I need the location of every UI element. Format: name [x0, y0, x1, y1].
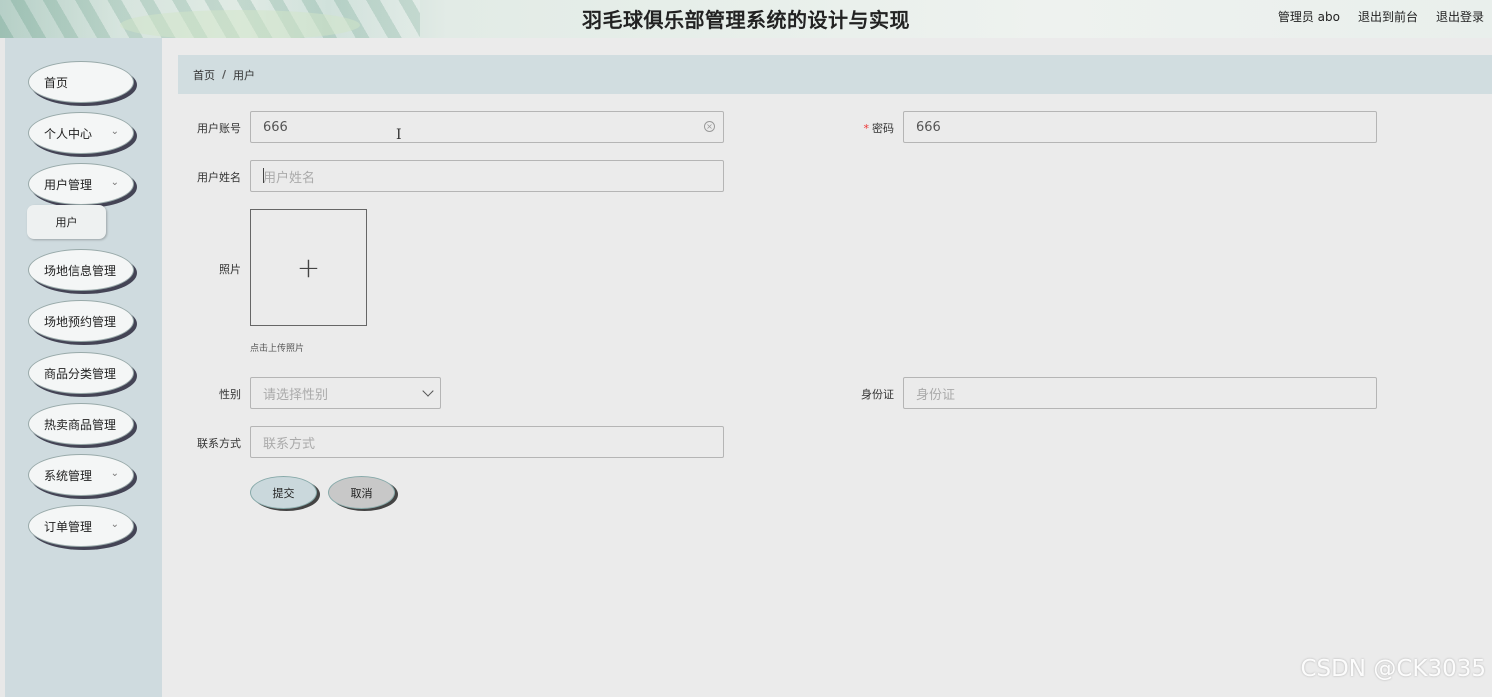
sidebar-item-label: 系统管理	[44, 468, 93, 483]
chevron-down-icon: ⌄	[110, 519, 119, 530]
breadcrumb: 首页 / 用户	[178, 55, 1492, 94]
upload-tip: 点击上传照片	[250, 344, 305, 354]
submit-button[interactable]: 提交	[250, 476, 317, 509]
sidebar-item-hot-products[interactable]: 热卖商品管理	[28, 403, 134, 445]
sidebar-item-orders[interactable]: 订单管理 ⌄	[28, 505, 134, 547]
contact-input[interactable]: 联系方式	[250, 426, 724, 458]
sidebar-subitem-user[interactable]: 用户	[27, 205, 106, 239]
password-value: 666	[916, 119, 941, 135]
sidebar-item-home[interactable]: 首页	[28, 61, 134, 103]
name-input[interactable]: 用户姓名	[250, 160, 724, 192]
sidebar-item-label: 首页	[44, 75, 69, 90]
plus-icon: +	[296, 251, 321, 284]
sidebar-item-personal-center[interactable]: 个人中心 ⌄	[28, 112, 134, 154]
contact-label: 联系方式	[197, 437, 241, 450]
sidebar-item-user-management[interactable]: 用户管理 ⌄	[28, 163, 134, 205]
sidebar-item-venue-info[interactable]: 场地信息管理	[28, 249, 134, 291]
clear-icon[interactable]: ×	[704, 121, 715, 132]
sidebar-item-system[interactable]: 系统管理 ⌄	[28, 454, 134, 496]
sidebar-item-product-category[interactable]: 商品分类管理	[28, 352, 134, 394]
breadcrumb-home[interactable]: 首页	[193, 67, 215, 83]
current-user-label: 管理员 abo	[1277, 10, 1340, 24]
contact-placeholder: 联系方式	[263, 436, 316, 452]
sidebar-item-venue-booking[interactable]: 场地预约管理	[28, 300, 134, 342]
sidebar-item-label: 用户管理	[44, 177, 93, 192]
sidebar-item-label: 订单管理	[44, 519, 93, 534]
text-cursor-icon: I	[396, 127, 402, 143]
sidebar-item-label: 商品分类管理	[44, 366, 117, 381]
chevron-down-icon	[422, 385, 434, 397]
password-input[interactable]: 666	[903, 111, 1377, 143]
sidebar-item-label: 场地信息管理	[44, 263, 117, 278]
name-placeholder: 用户姓名	[263, 170, 316, 186]
logout-link[interactable]: 退出登录	[1436, 8, 1484, 25]
breadcrumb-separator: /	[222, 68, 227, 81]
password-label-text: 密码	[872, 122, 894, 135]
gender-placeholder: 请选择性别	[263, 387, 329, 403]
cancel-button[interactable]: 取消	[328, 476, 395, 509]
page-title: 羽毛球俱乐部管理系统的设计与实现	[582, 8, 910, 32]
gender-select[interactable]: 请选择性别	[250, 377, 441, 409]
sidebar: 首页 个人中心 ⌄ 用户管理 ⌄ 用户 场地信息管理 场地预约管理 商品分类管理…	[5, 38, 162, 697]
name-label: 用户姓名	[197, 171, 241, 184]
photo-label: 照片	[219, 263, 241, 276]
account-input[interactable]: 666 ×	[250, 111, 724, 143]
sidebar-subitem-label: 用户	[55, 216, 78, 229]
gender-label: 性别	[219, 388, 241, 401]
chevron-down-icon: ⌄	[110, 177, 119, 188]
sidebar-item-label: 热卖商品管理	[44, 417, 117, 432]
chevron-down-icon: ⌄	[110, 468, 119, 479]
breadcrumb-current: 用户	[233, 68, 256, 82]
sidebar-item-label: 场地预约管理	[44, 314, 117, 329]
required-mark: *	[863, 122, 870, 135]
front-page-link[interactable]: 退出到前台	[1358, 8, 1418, 25]
password-label: * 密码	[830, 120, 895, 136]
idcard-placeholder: 身份证	[916, 387, 956, 403]
watermark: CSDN @CK3035	[1300, 656, 1486, 682]
chevron-down-icon: ⌄	[110, 126, 119, 137]
idcard-input[interactable]: 身份证	[903, 377, 1377, 409]
top-header: 羽毛球俱乐部管理系统的设计与实现 管理员 abo 退出到前台 退出登录	[0, 0, 1492, 38]
sidebar-item-label: 个人中心	[44, 126, 93, 141]
account-value: 666	[263, 119, 288, 135]
idcard-label: 身份证	[861, 388, 894, 401]
text-caret	[263, 168, 264, 183]
photo-upload-button[interactable]: +	[250, 209, 367, 326]
account-label: 用户账号	[197, 122, 241, 135]
user-area: 管理员 abo 退出到前台 退出登录	[1278, 8, 1484, 25]
